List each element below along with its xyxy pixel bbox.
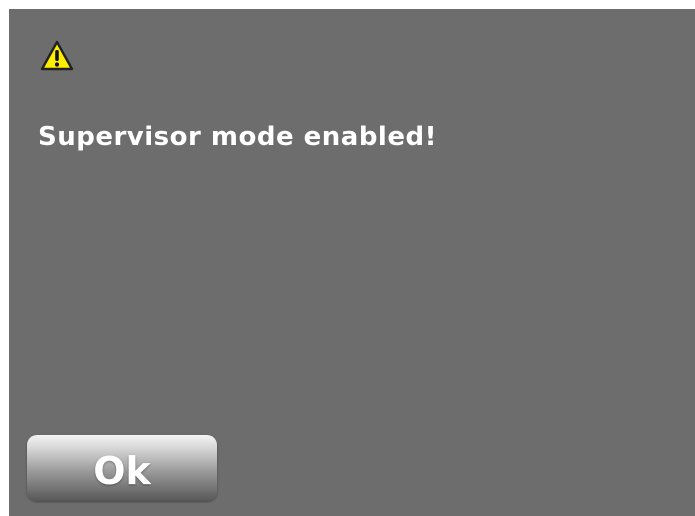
- supervisor-dialog: Supervisor mode enabled! Ok: [9, 9, 695, 516]
- ok-button[interactable]: Ok: [27, 435, 217, 501]
- ok-button-label: Ok: [93, 449, 151, 493]
- dialog-message: Supervisor mode enabled!: [38, 122, 437, 152]
- warning-icon: [40, 39, 74, 73]
